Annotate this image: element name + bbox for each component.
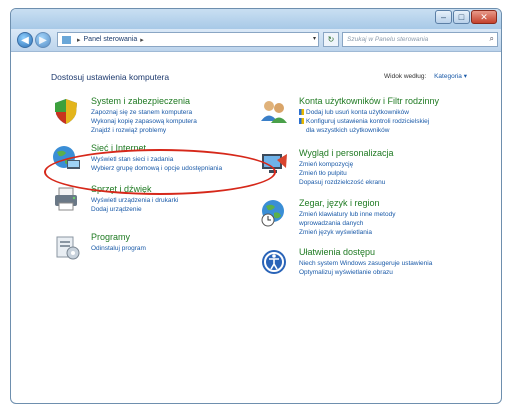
category-title[interactable]: System i zabezpieczenia (91, 96, 261, 106)
category-link-text: Dodaj lub usuń konta użytkowników (306, 109, 409, 116)
uac-shield-icon (299, 118, 304, 125)
category-title[interactable]: Sprzęt i dźwięk (91, 184, 261, 194)
search-placeholder: Szukaj w Panelu sterowania (347, 36, 429, 43)
category-title[interactable]: Konta użytkowników i Filtr rodzinny (299, 96, 469, 106)
category-link[interactable]: Dodaj urządzenie (91, 205, 261, 214)
title-bar: – □ ✕ (11, 9, 501, 29)
view-by-label: Widok według: (384, 73, 427, 80)
category-title[interactable]: Zegar, język i region (299, 198, 469, 208)
search-input[interactable]: Szukaj w Panelu sterowania ⌕ (342, 32, 498, 47)
category-link[interactable]: Zmień język wyświetlania (299, 228, 469, 237)
category-link-text: Konfiguruj ustawienia kontroli rodziciel… (306, 118, 430, 125)
category-link[interactable]: Niech system Windows zasugeruje ustawien… (299, 259, 469, 268)
category-title[interactable]: Sieć i Internet (91, 143, 261, 153)
view-by-dropdown[interactable]: Kategoria ▾ (434, 73, 467, 80)
category-link[interactable]: Zmień klawiatury lub inne metody (299, 210, 469, 219)
uac-shield-icon (299, 109, 304, 116)
programs-icon[interactable] (51, 232, 81, 262)
category-title[interactable]: Ułatwienia dostępu (299, 247, 469, 257)
category-link[interactable]: dla wszystkich użytkowników (299, 126, 469, 135)
navigation-bar: ◀ ▶ ▸ Panel sterowania ▸ ▾ ↻ Szukaj w Pa… (11, 29, 501, 52)
category-title[interactable]: Wygląd i personalizacja (299, 148, 469, 158)
category-link[interactable]: Zmień kompozycję (299, 160, 469, 169)
back-arrow-icon[interactable]: ◀ (17, 32, 33, 48)
category-link[interactable]: Zapoznaj się ze stanem komputera (91, 108, 261, 117)
minimize-button[interactable]: – (435, 10, 452, 24)
maximize-button[interactable]: □ (453, 10, 470, 24)
category-link[interactable]: Optymalizuj wyświetlanie obrazu (299, 268, 469, 277)
close-button[interactable]: ✕ (471, 10, 497, 24)
breadcrumb-separator[interactable]: ▸ (140, 36, 144, 44)
breadcrumb-control-panel[interactable]: Panel sterowania (84, 36, 138, 43)
globe-clock-icon[interactable] (259, 198, 289, 228)
category-link[interactable]: Znajdź i rozwiąż problemy (91, 126, 261, 135)
category-link[interactable]: wprowadzania danych (299, 219, 469, 228)
breadcrumb-separator: ▸ (77, 36, 81, 44)
forward-arrow-icon[interactable]: ▶ (35, 32, 51, 48)
main-content: Dostosuj ustawienia komputera Widok wedł… (11, 52, 501, 403)
category-link[interactable]: Wyświetl urządzenia i drukarki (91, 196, 261, 205)
address-dropdown-icon[interactable]: ▾ (313, 35, 316, 42)
page-title: Dostosuj ustawienia komputera (51, 72, 170, 82)
control-panel-window: – □ ✕ ◀ ▶ ▸ Panel sterowania ▸ ▾ ↻ Szuka… (10, 8, 502, 404)
ease-of-access-icon[interactable] (259, 247, 289, 277)
globe-network-icon[interactable] (51, 143, 81, 173)
users-icon[interactable] (259, 96, 289, 126)
control-panel-icon (62, 35, 71, 44)
category-link[interactable]: Konfiguruj ustawienia kontroli rodziciel… (299, 117, 469, 126)
window-controls: – □ ✕ (434, 10, 497, 24)
appearance-icon[interactable] (259, 148, 289, 178)
address-bar[interactable]: ▸ Panel sterowania ▸ ▾ (57, 32, 319, 47)
search-icon[interactable]: ⌕ (490, 34, 494, 44)
category-link[interactable]: Dopasuj rozdzielczość ekranu (299, 178, 469, 187)
category-link[interactable]: Wykonaj kopię zapasową komputera (91, 117, 261, 126)
category-link[interactable]: Wybierz grupę domową i opcje udostępnian… (91, 164, 261, 173)
category-title[interactable]: Programy (91, 232, 261, 242)
category-link[interactable]: Zmień tło pulpitu (299, 169, 469, 178)
category-link[interactable]: Dodaj lub usuń konta użytkowników (299, 108, 469, 117)
category-link[interactable]: Odinstaluj program (91, 244, 261, 253)
refresh-icon[interactable]: ↻ (323, 32, 339, 47)
printer-icon[interactable] (51, 184, 81, 214)
category-link[interactable]: Wyświetl stan sieci i zadania (91, 155, 261, 164)
shield-icon[interactable] (51, 96, 81, 126)
view-by: Widok według: Kategoria ▾ (384, 72, 467, 80)
